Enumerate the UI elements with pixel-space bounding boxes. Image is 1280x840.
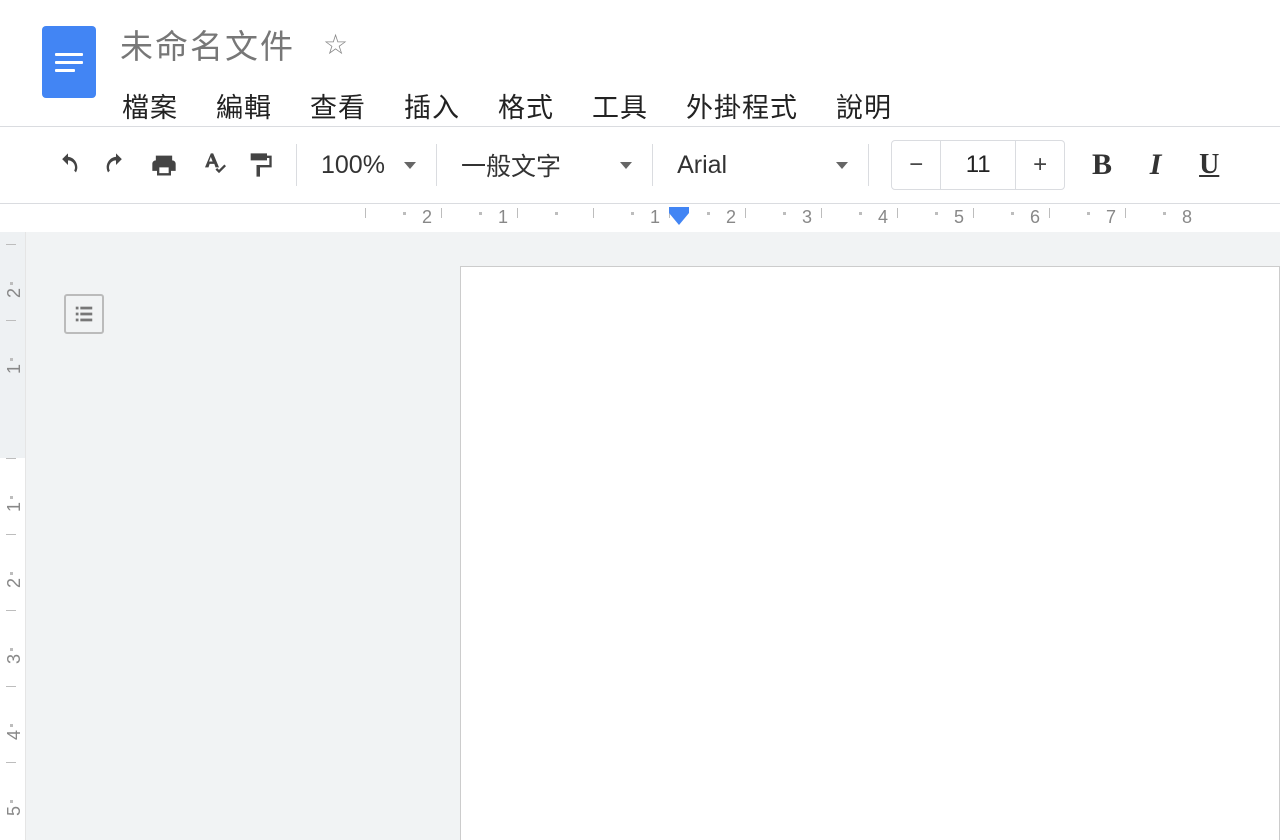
undo-button[interactable] bbox=[44, 141, 92, 189]
docs-logo[interactable] bbox=[42, 26, 96, 98]
print-icon bbox=[150, 151, 178, 179]
ruler-tick bbox=[517, 204, 593, 232]
redo-icon bbox=[102, 151, 130, 179]
separator bbox=[296, 144, 297, 186]
undo-icon bbox=[54, 151, 82, 179]
style-value: 一般文字 bbox=[461, 147, 561, 183]
chevron-down-icon bbox=[404, 162, 416, 169]
menubar: 檔案 編輯 查看 插入 格式 工具 外掛程式 說明 bbox=[120, 82, 1280, 129]
font-size-group: − + bbox=[891, 140, 1065, 190]
zoom-select[interactable]: 100% bbox=[309, 141, 424, 189]
menu-insert[interactable]: 插入 bbox=[402, 82, 462, 129]
paragraph-style-select[interactable]: 一般文字 bbox=[449, 141, 640, 189]
ruler-tick: 4 bbox=[821, 204, 897, 232]
document-title[interactable]: 未命名文件 bbox=[120, 20, 295, 68]
menu-file[interactable]: 檔案 bbox=[120, 82, 180, 129]
horizontal-ruler[interactable]: 2112345678 bbox=[26, 204, 1280, 232]
font-value: Arial bbox=[677, 151, 727, 180]
spellcheck-icon bbox=[198, 151, 226, 179]
separator bbox=[652, 144, 653, 186]
font-size-increase-button[interactable]: + bbox=[1016, 141, 1064, 189]
ruler-tick: 2 bbox=[365, 204, 441, 232]
menu-help[interactable]: 說明 bbox=[834, 82, 894, 129]
paint-format-icon bbox=[246, 151, 274, 179]
ruler-tick: 1 bbox=[593, 204, 669, 232]
docs-logo-icon bbox=[55, 53, 83, 72]
paint-format-button[interactable] bbox=[236, 141, 284, 189]
separator bbox=[436, 144, 437, 186]
zoom-value: 100% bbox=[321, 151, 385, 180]
italic-button[interactable]: I bbox=[1133, 141, 1179, 189]
font-size-input[interactable] bbox=[940, 141, 1016, 189]
chevron-down-icon bbox=[620, 162, 632, 169]
redo-button[interactable] bbox=[92, 141, 140, 189]
ruler-tick: 1 bbox=[441, 204, 517, 232]
underline-button[interactable]: U bbox=[1186, 141, 1232, 189]
ruler-tick: 3 bbox=[0, 610, 26, 686]
toolbar: 100% 一般文字 Arial − + B I U bbox=[0, 126, 1280, 204]
bold-button[interactable]: B bbox=[1079, 141, 1125, 189]
menu-addons[interactable]: 外掛程式 bbox=[684, 82, 800, 129]
ruler-tick: 1 bbox=[0, 458, 26, 534]
font-size-decrease-button[interactable]: − bbox=[892, 141, 940, 189]
spellcheck-button[interactable] bbox=[188, 141, 236, 189]
font-family-select[interactable]: Arial bbox=[665, 141, 856, 189]
document-area bbox=[26, 232, 1280, 840]
document-page[interactable] bbox=[460, 266, 1280, 840]
ruler-tick: 7 bbox=[1049, 204, 1125, 232]
header-content: 未命名文件 ☆ 檔案 編輯 查看 插入 格式 工具 外掛程式 說明 bbox=[120, 10, 1280, 129]
vertical-ruler[interactable]: 2112345 bbox=[0, 232, 26, 840]
menu-tools[interactable]: 工具 bbox=[590, 82, 650, 129]
menu-edit[interactable]: 編輯 bbox=[214, 82, 274, 129]
ruler-tick: 4 bbox=[0, 686, 26, 762]
ruler-tick: 2 bbox=[0, 534, 26, 610]
menu-format[interactable]: 格式 bbox=[496, 82, 556, 129]
ruler-tick: 8 bbox=[1125, 204, 1201, 232]
ruler-tick: 3 bbox=[745, 204, 821, 232]
outline-icon bbox=[73, 303, 95, 325]
title-row: 未命名文件 ☆ bbox=[120, 20, 1280, 68]
ruler-tick: 2 bbox=[0, 244, 26, 320]
ruler-tick: 5 bbox=[0, 762, 26, 838]
star-icon[interactable]: ☆ bbox=[323, 28, 348, 61]
print-button[interactable] bbox=[140, 141, 188, 189]
outline-button[interactable] bbox=[64, 294, 104, 334]
ruler-tick: 5 bbox=[897, 204, 973, 232]
indent-marker-icon[interactable] bbox=[669, 213, 689, 225]
ruler-tick: 6 bbox=[973, 204, 1049, 232]
separator bbox=[868, 144, 869, 186]
workspace: 2112345 bbox=[0, 232, 1280, 840]
chevron-down-icon bbox=[836, 162, 848, 169]
header: 未命名文件 ☆ 檔案 編輯 查看 插入 格式 工具 外掛程式 說明 bbox=[0, 0, 1280, 126]
ruler-tick: 1 bbox=[0, 320, 26, 396]
menu-view[interactable]: 查看 bbox=[308, 82, 368, 129]
